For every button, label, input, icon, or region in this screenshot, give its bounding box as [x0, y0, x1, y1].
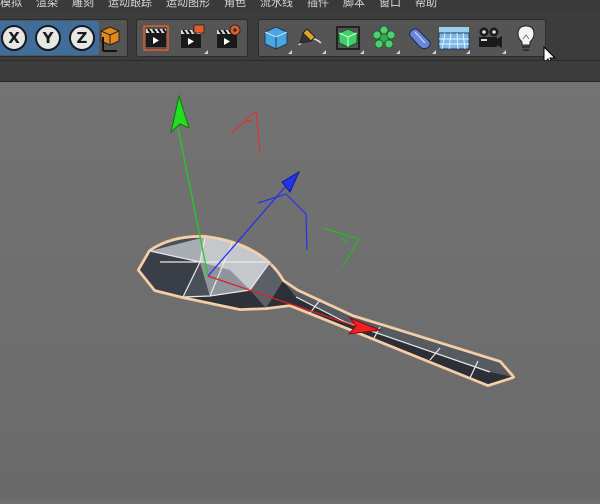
axis-lock-group: X Y Z [0, 19, 128, 57]
menu-bar: 模拟 渲染 雕刻 运动跟踪 运动图形 角色 流水线 插件 脚本 窗口 帮助 [0, 0, 600, 12]
camera-button[interactable] [473, 21, 507, 55]
floor-icon [438, 27, 470, 50]
menu-item[interactable]: 模拟 [0, 0, 22, 10]
menu-item[interactable]: 帮助 [415, 0, 437, 10]
menu-item[interactable]: 窗口 [379, 0, 401, 10]
cloner-button[interactable] [367, 21, 401, 55]
menu-item[interactable]: 插件 [307, 0, 329, 10]
viewport-scene [137, 94, 515, 387]
menu-item[interactable]: 运动跟踪 [108, 0, 152, 10]
xz-plane-handle[interactable] [322, 227, 360, 267]
menu-item[interactable]: 脚本 [343, 0, 365, 10]
floor-button[interactable] [437, 21, 471, 55]
menu-item[interactable]: 雕刻 [72, 0, 94, 10]
y-axis-icon: Y [35, 25, 61, 51]
dropdown-indicator-icon [204, 50, 208, 54]
menu-item[interactable]: 流水线 [260, 0, 293, 10]
objects-group [258, 19, 546, 57]
z-axis-handle[interactable] [281, 170, 301, 193]
light-button[interactable] [509, 21, 543, 55]
deformer-icon [409, 28, 431, 50]
render-group [136, 19, 248, 57]
spoon-model[interactable] [137, 234, 515, 387]
coordinate-system-button[interactable] [95, 21, 129, 55]
lock-z-button[interactable]: Z [65, 21, 99, 55]
xy-plane-handle[interactable] [231, 109, 261, 153]
pen-button[interactable] [293, 21, 327, 55]
viewport-header-bar [0, 60, 600, 82]
cube-button[interactable] [259, 21, 293, 55]
cube-icon [264, 26, 288, 50]
menu-items: 模拟 渲染 雕刻 运动跟踪 运动图形 角色 流水线 插件 脚本 窗口 帮助 [0, 0, 451, 10]
x-axis-icon: X [1, 25, 27, 51]
light-bulb-icon [517, 25, 535, 51]
pen-icon [298, 28, 322, 46]
3d-viewport[interactable] [0, 82, 600, 500]
dropdown-indicator-icon [360, 50, 364, 54]
dropdown-indicator-icon [432, 50, 436, 54]
dropdown-indicator-icon [288, 50, 292, 54]
menu-item[interactable]: 角色 [224, 0, 246, 10]
cloner-icon [372, 25, 396, 49]
yz-plane-handle[interactable] [257, 193, 308, 251]
menu-item[interactable]: 运动图形 [166, 0, 210, 10]
coordinate-system-icon [100, 26, 120, 52]
dropdown-indicator-icon [502, 50, 506, 54]
camera-icon [479, 27, 502, 48]
menu-item[interactable]: 渲染 [36, 0, 58, 10]
deformer-button[interactable] [403, 21, 437, 55]
z-axis-icon: Z [69, 25, 95, 51]
lock-y-button[interactable]: Y [31, 21, 65, 55]
toolbar: X Y Z [0, 12, 600, 67]
render-to-picture-viewer-button[interactable] [175, 21, 209, 55]
clapperboard-icon [143, 25, 169, 51]
dropdown-indicator-icon [396, 50, 400, 54]
dropdown-indicator-icon [466, 50, 470, 54]
lock-x-button[interactable]: X [0, 21, 31, 55]
subdivision-surface-button[interactable] [331, 21, 365, 55]
render-picture-viewer-icon [181, 24, 205, 48]
render-settings-icon [217, 24, 241, 48]
dropdown-indicator-icon [322, 50, 326, 54]
subdivision-icon [336, 26, 360, 50]
y-axis-handle[interactable] [170, 94, 190, 134]
render-settings-button[interactable] [211, 21, 245, 55]
render-view-button[interactable] [139, 21, 173, 55]
